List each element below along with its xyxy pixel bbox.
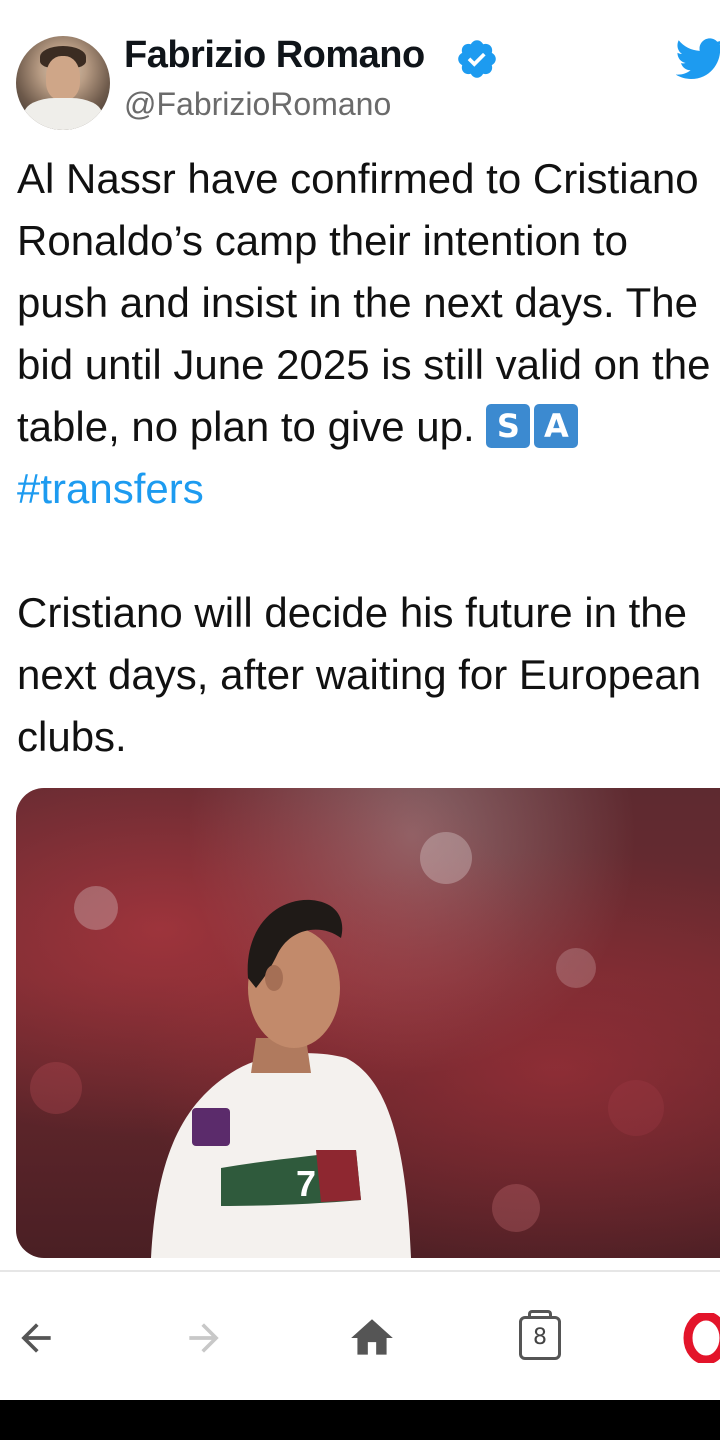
player-illustration: 7: [30, 832, 664, 1258]
paragraph-1-text: Al Nassr have confirmed to Cristiano Ron…: [17, 155, 711, 450]
jersey-number: 7: [296, 1163, 316, 1204]
tweet-card: Fabrizio Romano @FabrizioRomano Al Nassr…: [0, 0, 720, 1270]
tweet-paragraph-1: Al Nassr have confirmed to Cristiano Ron…: [17, 148, 717, 520]
flag-letter-s: S: [486, 404, 531, 448]
tabs-icon: 8: [519, 1310, 561, 1360]
hashtag-link[interactable]: #transfers: [17, 465, 204, 512]
author-handle[interactable]: @FabrizioRomano: [124, 86, 391, 123]
back-arrow-icon: [21, 1323, 51, 1353]
tabs-button[interactable]: 8: [512, 1310, 568, 1366]
avatar-shirt: [24, 98, 102, 130]
browser-bottom-bar: 8: [0, 1270, 720, 1400]
system-navigation-bar: [0, 1400, 720, 1440]
flag-letter-a: A: [534, 404, 579, 448]
tabs-count: 8: [533, 1325, 547, 1350]
opera-icon: [683, 1313, 720, 1363]
avatar-face: [46, 56, 80, 100]
tweet-media-photo[interactable]: 7: [16, 788, 720, 1258]
forward-arrow-icon: [189, 1323, 219, 1353]
tweet-text: Al Nassr have confirmed to Cristiano Ron…: [17, 148, 717, 768]
home-button[interactable]: [344, 1310, 400, 1366]
author-name[interactable]: Fabrizio Romano: [124, 34, 425, 77]
twitter-bird-icon[interactable]: [676, 38, 720, 80]
verified-icon: [458, 40, 496, 78]
forward-button[interactable]: [176, 1310, 232, 1366]
home-icon: [351, 1319, 393, 1355]
back-button[interactable]: [8, 1310, 64, 1366]
author-avatar[interactable]: [16, 36, 110, 130]
tweet-paragraph-2: Cristiano will decide his future in the …: [17, 589, 702, 760]
opera-menu-button[interactable]: [676, 1310, 720, 1366]
